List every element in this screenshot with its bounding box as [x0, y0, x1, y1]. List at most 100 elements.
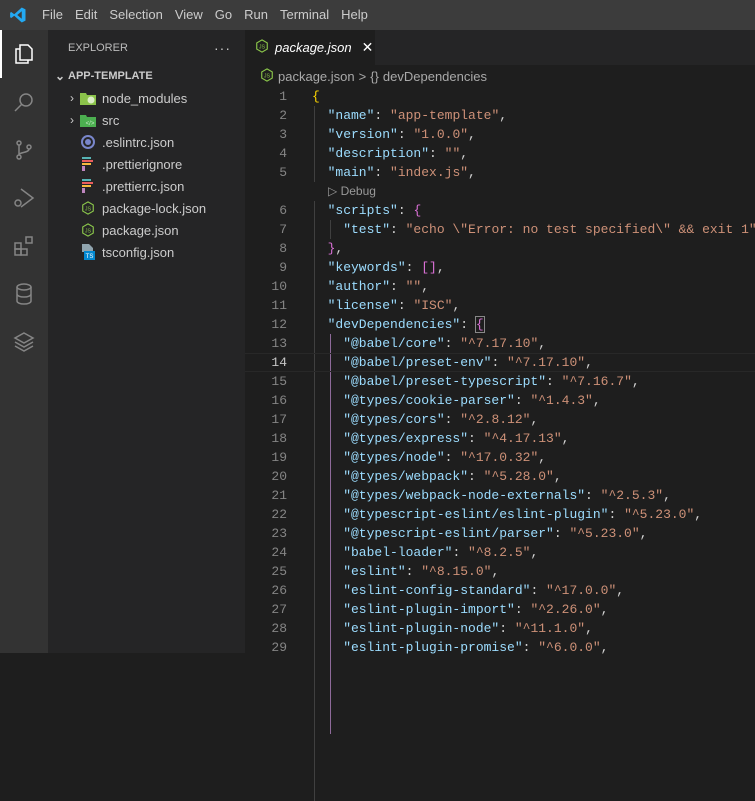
tab-bar: JS package.json ✕	[245, 30, 755, 65]
source-control-icon[interactable]	[0, 126, 48, 174]
code-token: ,	[616, 583, 625, 598]
chevron-right-icon: ›	[70, 91, 74, 105]
activity-bar	[0, 30, 48, 653]
debug-codelens[interactable]: ▷ Debug	[245, 182, 755, 201]
explorer-title: EXPLORER	[68, 41, 128, 54]
line-text: "keywords": [],	[312, 258, 445, 277]
code-token: ,	[600, 602, 609, 617]
file-tree-item[interactable]: .prettierrc.json	[48, 175, 245, 197]
code-token: {	[413, 203, 422, 218]
code-token: :	[374, 108, 391, 123]
line-text: "eslint-plugin-import": "^2.26.0",	[312, 600, 608, 619]
line-text: "eslint-config-standard": "^17.0.0",	[312, 581, 624, 600]
code-token: :	[444, 336, 461, 351]
line-number: 28	[271, 621, 287, 636]
line-number: 17	[271, 412, 287, 427]
code-line: 15 "@babel/preset-typescript": "^7.16.7"…	[245, 372, 755, 391]
code-token: "^1.4.3"	[530, 393, 593, 408]
code-token: "test"	[312, 222, 391, 237]
code-token: "@babel/preset-env"	[312, 355, 492, 370]
menu-run[interactable]: Run	[238, 0, 274, 30]
line-number: 1	[279, 89, 287, 104]
line-text: "@types/webpack": "^5.28.0",	[312, 467, 561, 486]
code-token: ,	[585, 355, 593, 370]
prettier-icon	[80, 156, 96, 172]
code-token: "^4.17.13"	[483, 431, 562, 446]
code-token: ,	[538, 450, 547, 465]
code-token: "@types/node"	[312, 450, 445, 465]
code-line: 23 "@typescript-eslint/parser": "^5.23.0…	[245, 524, 755, 543]
code-line: 26 "eslint-config-standard": "^17.0.0",	[245, 581, 755, 600]
menu-terminal[interactable]: Terminal	[274, 0, 335, 30]
line-number: 21	[271, 488, 287, 503]
code-editor[interactable]: 1{2 "name": "app-template", 3 "version": …	[245, 87, 755, 801]
line-text: "eslint": "^8.15.0",	[312, 562, 499, 581]
prettier-icon	[80, 178, 96, 194]
line-text: "devDependencies": {	[312, 315, 485, 334]
code-line: 8 },	[245, 239, 755, 258]
code-token: :	[405, 260, 422, 275]
code-token: :	[468, 431, 484, 446]
breadcrumb-symbol[interactable]: devDependencies	[383, 69, 487, 84]
code-token: ,	[639, 526, 648, 541]
code-token: :	[429, 146, 445, 161]
menu-selection[interactable]: Selection	[103, 0, 168, 30]
layers-icon[interactable]	[0, 318, 48, 366]
tab-label: package.json	[275, 40, 352, 55]
menu-view[interactable]: View	[169, 0, 209, 30]
extensions-icon[interactable]	[0, 222, 48, 270]
file-tree-item[interactable]: JS package-lock.json	[48, 197, 245, 219]
code-token: "main"	[312, 165, 375, 180]
code-token: "^2.5.3"	[600, 488, 664, 503]
file-tree-item[interactable]: .prettierignore	[48, 153, 245, 175]
file-tree-item[interactable]: JS package.json	[48, 219, 245, 241]
explorer-icon[interactable]	[0, 30, 48, 78]
line-number: 4	[279, 146, 287, 161]
vscode-logo-icon	[0, 6, 36, 24]
file-tree-item[interactable]: › node_modules	[48, 87, 245, 109]
code-token: :	[608, 507, 625, 522]
file-tree-item[interactable]: .eslintrc.json	[48, 131, 245, 153]
workspace-folder[interactable]: ⌄ APP-TEMPLATE	[48, 65, 245, 87]
svg-text:JS: JS	[85, 229, 92, 235]
code-token: ,	[468, 127, 476, 142]
code-token: {	[474, 316, 485, 333]
run-debug-icon[interactable]	[0, 174, 48, 222]
more-actions-button[interactable]: ···	[214, 40, 231, 56]
menu-go[interactable]: Go	[209, 0, 238, 30]
breadcrumb-file[interactable]: package.json	[278, 69, 355, 84]
folder-src-icon: </>	[80, 112, 96, 128]
svg-text:JS: JS	[259, 45, 266, 51]
line-text: "@babel/core": "^7.17.10",	[312, 334, 546, 353]
code-line: 20 "@types/webpack": "^5.28.0",	[245, 467, 755, 486]
line-number: 26	[271, 583, 287, 598]
code-token: :	[491, 355, 508, 370]
code-token: "description"	[312, 146, 430, 161]
search-icon[interactable]	[0, 78, 48, 126]
file-tree-item[interactable]: TS tsconfig.json	[48, 241, 245, 263]
line-text: "main": "index.js",	[312, 163, 476, 182]
code-token: ,	[694, 507, 703, 522]
file-tree-item[interactable]: › </> src	[48, 109, 245, 131]
close-tab-button[interactable]: ✕	[362, 39, 374, 56]
code-line: 4 "description": "",	[245, 144, 755, 163]
tab-package-json[interactable]: JS package.json ✕	[245, 30, 375, 65]
file-label: .prettierignore	[102, 156, 183, 172]
code-token: ,	[592, 393, 601, 408]
explorer-sidebar: EXPLORER ··· ⌄ APP-TEMPLATE › node_module…	[48, 30, 245, 653]
menu-help[interactable]: Help	[335, 0, 374, 30]
menu-edit[interactable]: Edit	[69, 0, 103, 30]
code-token: ,	[530, 412, 539, 427]
line-number: 19	[271, 450, 287, 465]
code-token: "^8.15.0"	[421, 564, 492, 579]
code-token: :	[397, 203, 414, 218]
database-icon[interactable]	[0, 270, 48, 318]
file-label: src	[102, 112, 120, 128]
line-number: 15	[271, 374, 287, 389]
code-token: "name"	[312, 108, 375, 123]
svg-text:TS: TS	[86, 254, 94, 260]
code-token: ,	[452, 298, 461, 313]
code-token: "author"	[312, 279, 391, 294]
menu-file[interactable]: File	[36, 0, 69, 30]
line-number: 25	[271, 564, 287, 579]
